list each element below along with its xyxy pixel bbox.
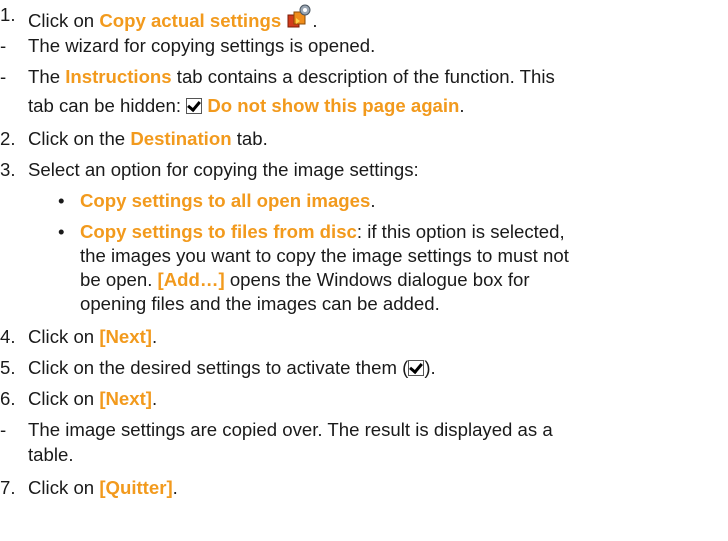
quitter-button-label: [Quitter] <box>99 477 173 498</box>
step-marker: 6. <box>0 388 16 409</box>
result-text: The image settings are copied over. The … <box>28 419 553 440</box>
step-marker: 7. <box>0 477 16 498</box>
step-marker: 2. <box>0 128 16 149</box>
step-marker: 1. <box>0 4 16 25</box>
copy-to-open-images-label: Copy settings to all open images <box>80 190 371 211</box>
result-text: The wizard for copying settings is opene… <box>28 35 376 56</box>
add-button-label: [Add…] <box>157 269 225 290</box>
step-text: Click on <box>28 10 100 31</box>
copy-to-files-from-disc-label: Copy settings to files from disc <box>80 221 357 242</box>
next-button-label: [Next] <box>99 388 152 409</box>
bullet-marker: • <box>58 221 65 242</box>
copy-settings-icon <box>286 4 312 35</box>
step-text: Select an option for copying the image s… <box>28 159 419 180</box>
checked-checkbox-icon <box>408 360 425 376</box>
bullet-marker: • <box>58 190 65 211</box>
do-not-show-again-label: Do not show this page again <box>207 95 460 116</box>
copy-actual-settings-label: Copy actual settings <box>99 10 282 31</box>
step-marker: 4. <box>0 326 16 347</box>
result-marker: - <box>0 419 7 440</box>
next-button-label: [Next] <box>99 326 152 347</box>
step-marker: 5. <box>0 357 16 378</box>
result-marker: - <box>0 35 7 56</box>
instructions-tab-label: Instructions <box>65 66 172 87</box>
step-marker: 3. <box>0 159 16 180</box>
destination-tab-label: Destination <box>130 128 232 149</box>
checked-checkbox-icon <box>186 98 203 114</box>
result-marker: - <box>0 66 7 87</box>
